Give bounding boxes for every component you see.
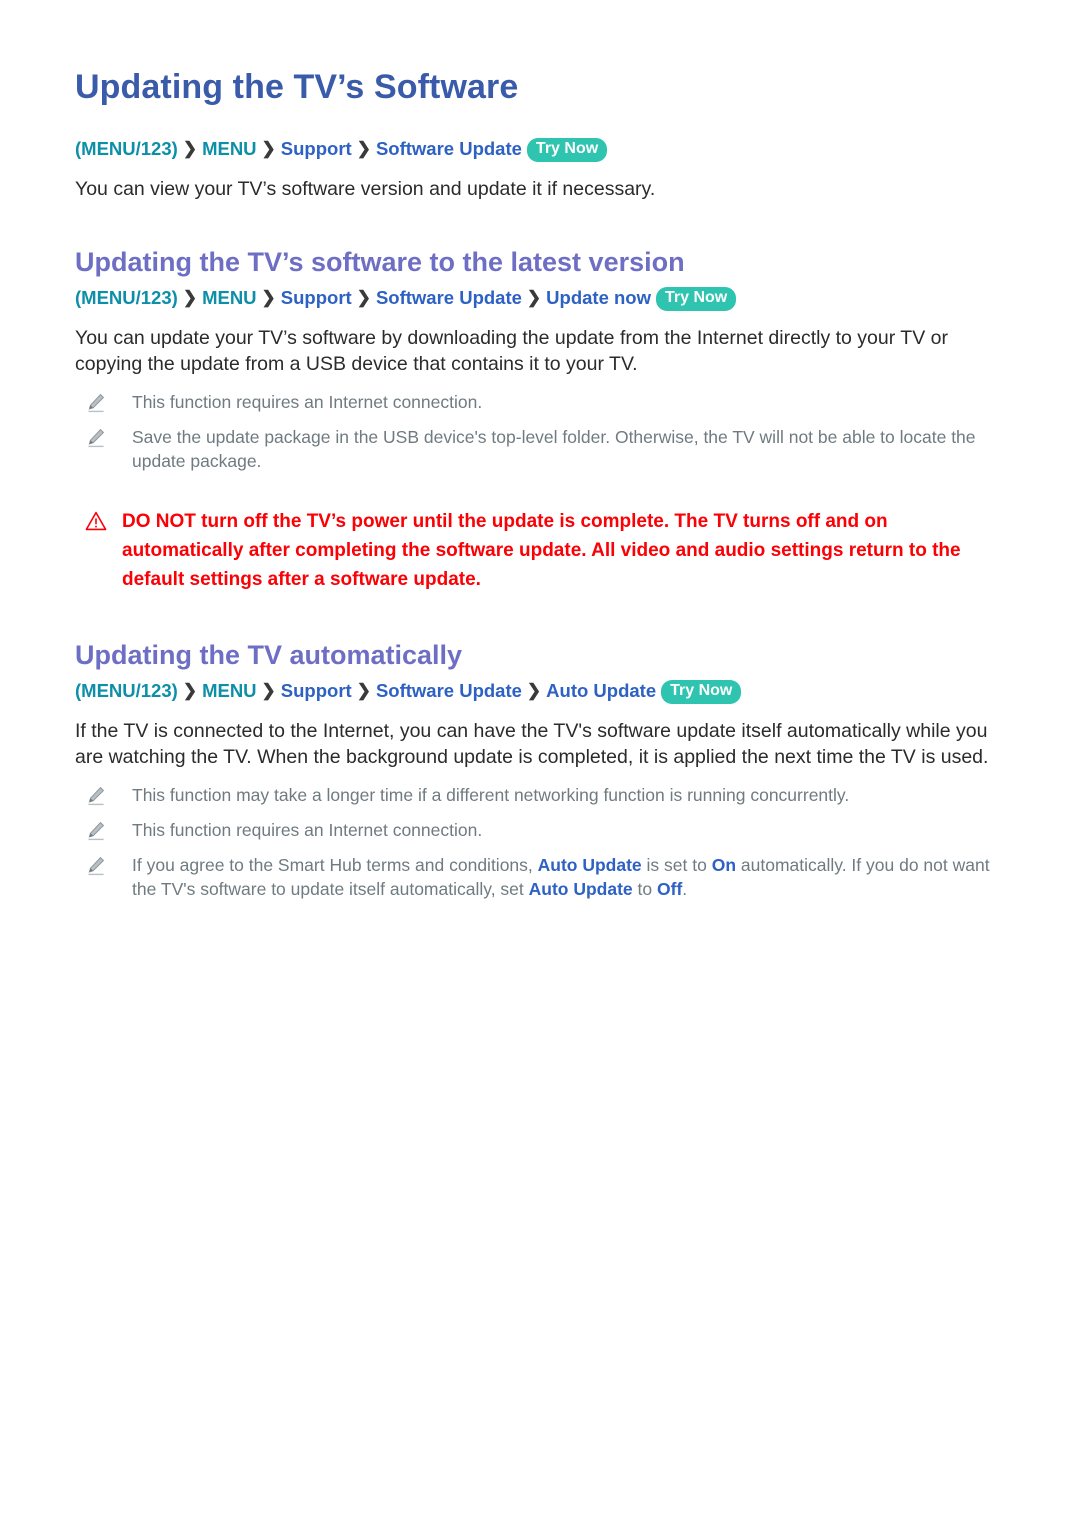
- chevron-right-icon: ❯: [356, 681, 371, 701]
- note-text: This function requires an Internet conne…: [132, 820, 483, 841]
- breadcrumb-item-software-update[interactable]: Software Update: [376, 138, 522, 159]
- chevron-right-icon: ❯: [356, 288, 371, 308]
- breadcrumb-intro: (MENU/123) ❯ MENU ❯ Support ❯ Software Update T…: [75, 137, 1010, 164]
- note-item: This function requires an Internet conne…: [85, 391, 1010, 415]
- breadcrumb-item-menu[interactable]: MENU: [202, 138, 256, 159]
- breadcrumb-item-menu123[interactable]: (MENU/123): [75, 680, 178, 701]
- chevron-right-icon: ❯: [182, 288, 198, 308]
- section-body-auto-update: If the TV is connected to the Internet, …: [75, 720, 989, 769]
- breadcrumb-item-menu123[interactable]: (MENU/123): [75, 287, 178, 308]
- section-body-latest-version: You can update your TV’s software by dow…: [75, 327, 948, 376]
- breadcrumb-update-now: (MENU/123) ❯ MENU ❯ Support ❯ Software Update ❯…: [75, 286, 1010, 313]
- breadcrumb-item-menu[interactable]: MENU: [202, 287, 256, 308]
- try-now-badge[interactable]: Try Now: [526, 138, 608, 162]
- pencil-icon: [85, 785, 107, 807]
- section-auto-update: Updating the TV automatically (MENU/123)…: [75, 639, 1010, 902]
- chevron-right-icon: ❯: [526, 288, 542, 308]
- try-now-badge[interactable]: Try Now: [656, 287, 737, 312]
- chevron-right-icon: ❯: [182, 681, 198, 701]
- pencil-icon: [85, 855, 107, 877]
- pencil-icon: [85, 427, 107, 449]
- term-on: On: [711, 855, 737, 876]
- note-item: If you agree to the Smart Hub terms and …: [85, 854, 1010, 902]
- note-part-2: is set to: [641, 855, 712, 876]
- pencil-icon: [85, 820, 107, 842]
- note-text-rich: If you agree to the Smart Hub terms and …: [132, 855, 990, 899]
- term-off: Off: [657, 879, 683, 900]
- breadcrumb-item-software-update[interactable]: Software Update: [376, 680, 522, 701]
- warning-triangle-icon: [85, 511, 107, 531]
- pencil-icon: [85, 392, 107, 414]
- chevron-right-icon: ❯: [526, 681, 542, 701]
- note-text: This function may take a longer time if …: [132, 785, 850, 806]
- note-part-4: to: [632, 879, 657, 900]
- breadcrumb-item-update-now[interactable]: Update now: [546, 287, 651, 308]
- document-page: Updating the TV’s Software (MENU/123) ❯ ME…: [0, 0, 1080, 1527]
- breadcrumb-item-support[interactable]: Support: [281, 680, 352, 701]
- section-title-auto-update: Updating the TV automatically: [75, 639, 463, 670]
- chevron-right-icon: ❯: [182, 139, 198, 159]
- try-now-badge[interactable]: Try Now: [661, 680, 742, 705]
- term-auto-update: Auto Update: [528, 879, 633, 900]
- breadcrumb-item-software-update[interactable]: Software Update: [376, 287, 522, 308]
- chevron-right-icon: ❯: [261, 288, 276, 308]
- chevron-right-icon: ❯: [261, 139, 276, 159]
- note-part-1: If you agree to the Smart Hub terms and …: [132, 855, 538, 876]
- intro-paragraph: You can view your TV’s software version …: [75, 177, 656, 200]
- chevron-right-icon: ❯: [356, 139, 371, 159]
- warning-text: DO NOT turn off the TV’s power until the…: [122, 511, 961, 591]
- warning-callout: DO NOT turn off the TV’s power until the…: [85, 508, 1010, 595]
- note-item: This function may take a longer time if …: [85, 784, 1010, 808]
- breadcrumb-item-auto-update[interactable]: Auto Update: [546, 680, 656, 701]
- note-part-5: .: [682, 879, 688, 900]
- note-item: This function requires an Internet conne…: [85, 819, 1010, 843]
- page-title: Updating the TV’s Software: [75, 68, 519, 106]
- term-auto-update: Auto Update: [537, 855, 642, 876]
- section-latest-version: Updating the TV’s software to the latest…: [75, 246, 1010, 595]
- notes-list: This function requires an Internet conne…: [75, 391, 1010, 474]
- section-title-latest-version: Updating the TV’s software to the latest…: [75, 247, 685, 278]
- note-text: This function requires an Internet conne…: [132, 392, 483, 413]
- breadcrumb-item-menu123[interactable]: (MENU/123): [75, 138, 178, 159]
- breadcrumb-item-support[interactable]: Support: [281, 138, 352, 159]
- breadcrumb-item-menu[interactable]: MENU: [202, 680, 256, 701]
- breadcrumb-auto-update: (MENU/123) ❯ MENU ❯ Support ❯ Software Update ❯…: [75, 679, 1010, 706]
- note-text: Save the update package in the USB devic…: [132, 427, 976, 472]
- notes-list: This function may take a longer time if …: [75, 784, 1010, 902]
- note-item: Save the update package in the USB devic…: [85, 426, 1010, 474]
- chevron-right-icon: ❯: [261, 681, 276, 701]
- breadcrumb-item-support[interactable]: Support: [281, 287, 352, 308]
